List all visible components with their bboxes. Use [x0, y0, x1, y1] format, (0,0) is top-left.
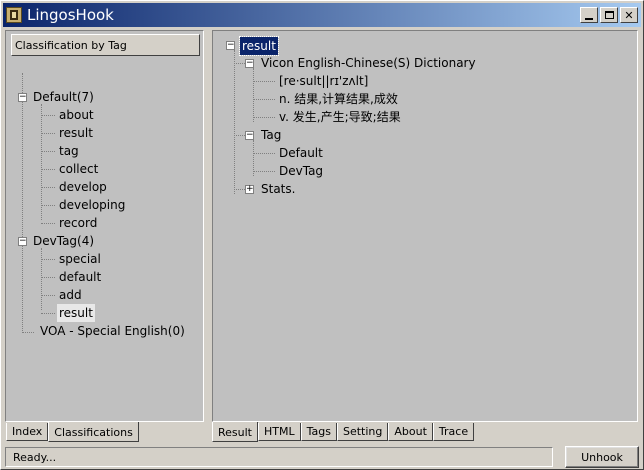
title-buttons: ✕ [578, 7, 638, 23]
tree-line [234, 189, 245, 190]
tree-group-default[interactable]: Default(7) [31, 88, 96, 106]
verb-definition[interactable]: v. 发生,产生;导致;结果 [277, 108, 403, 126]
maximize-icon [604, 11, 614, 19]
close-icon: ✕ [624, 8, 634, 22]
tree-line [41, 187, 55, 188]
left-tab-strip: Index Classifications [6, 422, 139, 443]
tree-item-about[interactable]: about [57, 106, 96, 124]
tree-line [41, 248, 42, 310]
tree-line [41, 151, 55, 152]
classification-tree[interactable]: − Default(7) about result tag collect de… [11, 59, 200, 417]
close-button[interactable]: ✕ [620, 7, 638, 23]
tree-item-develop[interactable]: develop [57, 178, 109, 196]
tab-about[interactable]: About [388, 423, 433, 441]
tab-trace[interactable]: Trace [432, 423, 475, 441]
expand-icon[interactable]: + [245, 185, 254, 194]
tree-line [253, 99, 275, 100]
tree-item-special[interactable]: special [57, 250, 103, 268]
maximize-button[interactable] [600, 7, 618, 23]
tree-line [22, 332, 34, 333]
classification-header[interactable]: Classification by Tag [11, 34, 200, 56]
result-tree[interactable]: − result − Vicon English-Chinese(S) Dict… [217, 35, 633, 417]
tree-line [41, 313, 55, 314]
tree-line [253, 117, 275, 118]
tree-group-voa[interactable]: VOA - Special English(0) [38, 322, 187, 340]
app-icon[interactable] [6, 7, 22, 23]
tab-result[interactable]: Result [212, 422, 258, 442]
minimize-icon [585, 17, 593, 20]
tree-line [22, 73, 23, 331]
tree-line [41, 205, 55, 206]
tag-item-devtag[interactable]: DevTag [277, 162, 325, 180]
tree-line [234, 135, 245, 136]
tree-line [253, 68, 254, 122]
tree-line [41, 115, 55, 116]
result-panel: − result − Vicon English-Chinese(S) Dict… [212, 30, 638, 422]
tree-item-record[interactable]: record [57, 214, 99, 232]
collapse-icon[interactable]: − [18, 93, 27, 102]
tab-classifications[interactable]: Classifications [48, 422, 139, 442]
tree-line [234, 50, 235, 194]
unhook-button[interactable]: Unhook [565, 446, 639, 468]
status-bar: Ready... Unhook [3, 446, 641, 468]
tab-index[interactable]: Index [6, 423, 49, 441]
collapse-icon[interactable]: − [226, 41, 235, 50]
tree-line [41, 295, 55, 296]
tree-item-collect[interactable]: collect [57, 160, 100, 178]
result-root[interactable]: result [239, 36, 279, 56]
tab-tags[interactable]: Tags [300, 423, 337, 441]
noun-definition[interactable]: n. 结果,计算结果,成效 [277, 90, 400, 108]
right-tab-strip: Result HTML Tags Setting About Trace [212, 422, 475, 443]
tag-node[interactable]: Tag [259, 126, 283, 144]
minimize-button[interactable] [580, 7, 598, 23]
tree-item-add[interactable]: add [57, 286, 84, 304]
collapse-icon[interactable]: − [245, 59, 254, 68]
dictionary-node[interactable]: Vicon English-Chinese(S) Dictionary [259, 54, 478, 72]
tree-line [41, 133, 55, 134]
tree-line [41, 259, 55, 260]
tree-line [41, 223, 55, 224]
tree-item-tag[interactable]: tag [57, 142, 81, 160]
tree-line [253, 171, 275, 172]
classification-panel: Classification by Tag − Default(7) about… [5, 30, 204, 422]
tree-line [41, 277, 55, 278]
tree-item-result[interactable]: result [57, 124, 95, 142]
tree-line [234, 63, 245, 64]
tab-setting[interactable]: Setting [336, 423, 389, 441]
phonetic-text[interactable]: [re·sult||rɪ'zʌlt] [277, 72, 370, 90]
tree-group-devtag[interactable]: DevTag(4) [31, 232, 96, 250]
collapse-icon[interactable]: − [245, 131, 254, 140]
window-title: LingosHook [27, 6, 114, 24]
main-window: LingosHook ✕ Classification by Tag − Def… [0, 0, 644, 470]
tree-line [41, 104, 42, 220]
tree-line [253, 153, 275, 154]
title-bar[interactable]: LingosHook ✕ [3, 3, 641, 27]
collapse-icon[interactable]: − [18, 237, 27, 246]
panel-splitter[interactable] [206, 30, 210, 422]
status-text: Ready... [5, 447, 553, 467]
tree-line [253, 81, 275, 82]
tag-item-default[interactable]: Default [277, 144, 325, 162]
stats-node[interactable]: Stats. [259, 180, 297, 198]
tree-item-developing[interactable]: developing [57, 196, 127, 214]
tab-html[interactable]: HTML [258, 423, 301, 441]
tree-line [41, 169, 55, 170]
tree-item-result-selected[interactable]: result [57, 304, 95, 322]
tree-item-default[interactable]: default [57, 268, 103, 286]
